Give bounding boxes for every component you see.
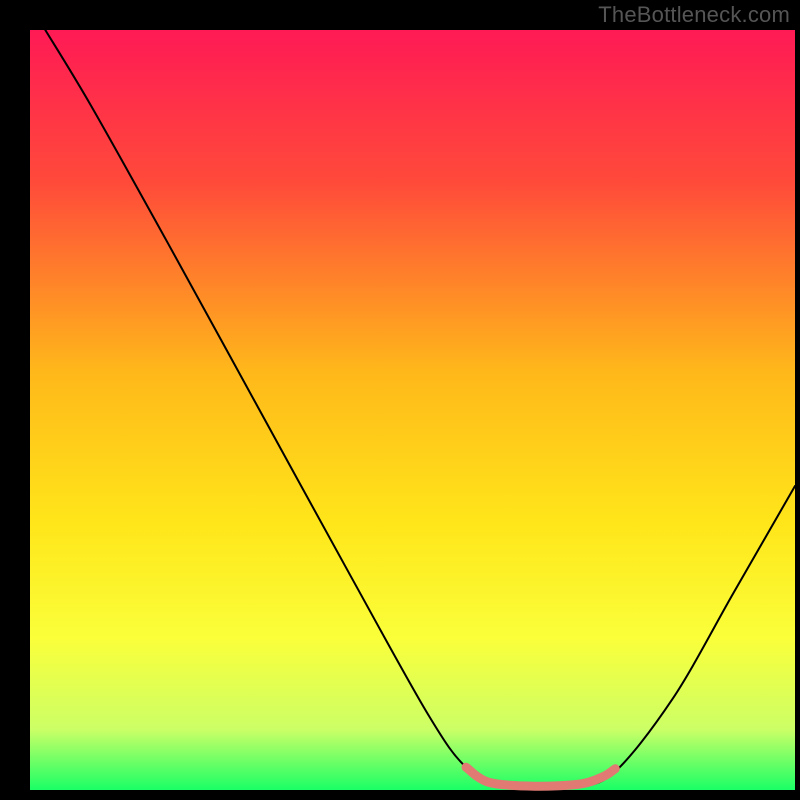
chart-svg bbox=[0, 0, 800, 800]
watermark-text: TheBottleneck.com bbox=[598, 2, 790, 28]
chart-frame: TheBottleneck.com bbox=[0, 0, 800, 800]
plot-background bbox=[30, 30, 795, 790]
